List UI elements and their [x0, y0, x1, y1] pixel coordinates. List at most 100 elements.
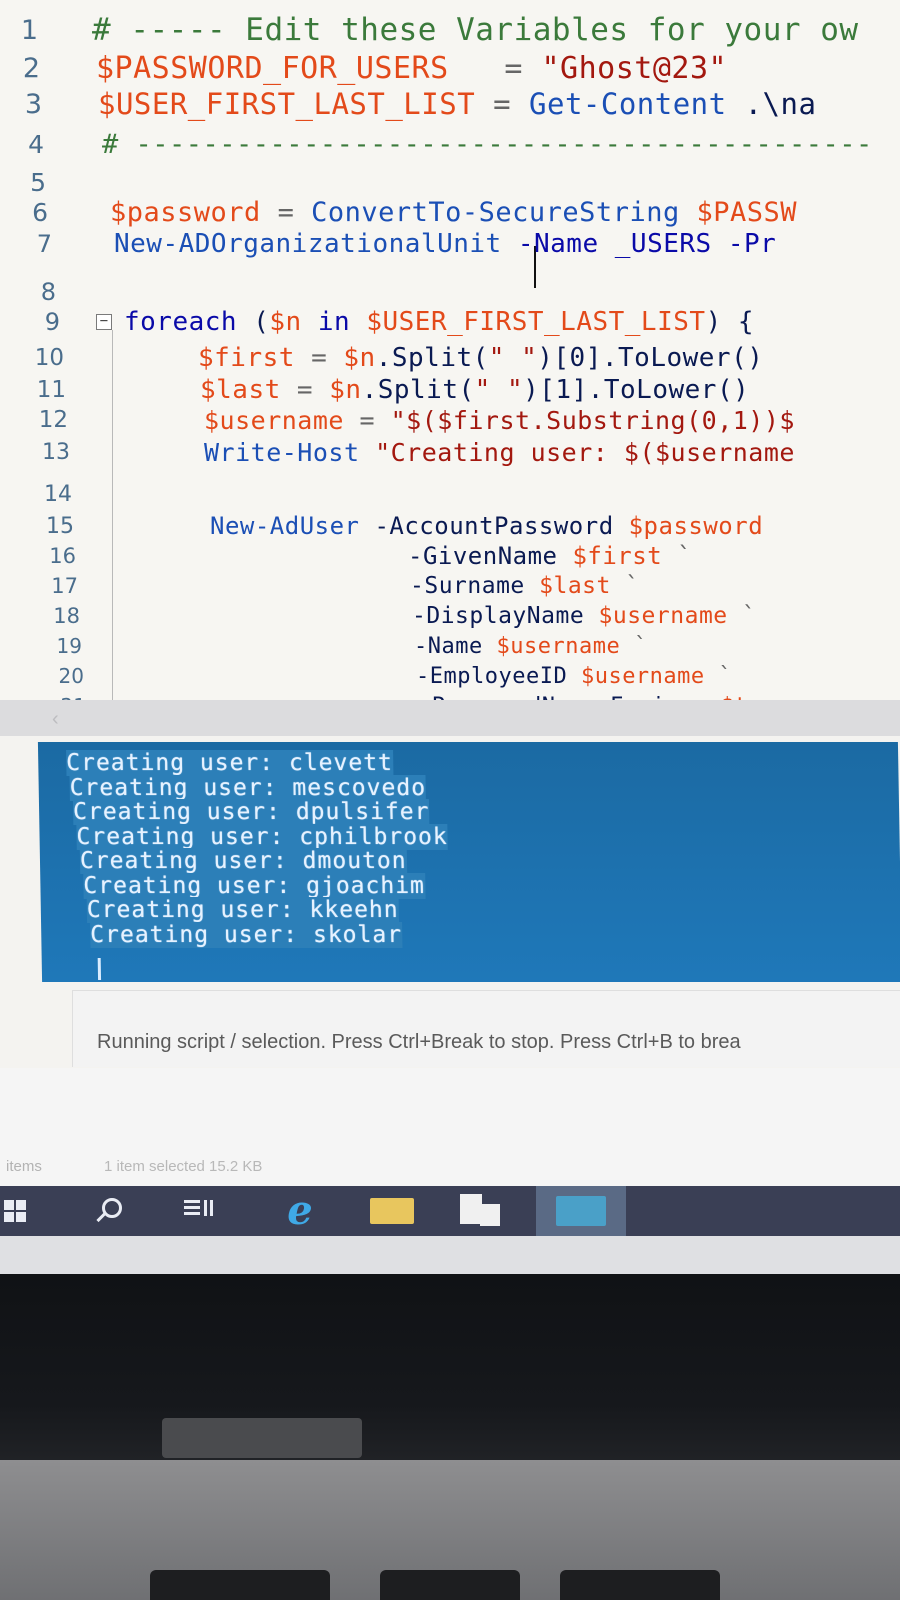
- code-token: # ----- Edit these Variables for your ow: [92, 12, 859, 48]
- code-token: " ": [488, 343, 538, 373]
- editor-line[interactable]: 10 $first = $n.Split(" ")[0].ToLower(): [0, 342, 900, 374]
- explorer-selection-status: 1 item selected 15.2 KB: [104, 1158, 263, 1175]
- documents-icon[interactable]: [450, 1186, 512, 1236]
- line-number: 1: [20, 14, 38, 46]
- editor-line[interactable]: 4 # -------------------------------------…: [0, 128, 900, 160]
- powershell-ise-icon[interactable]: [536, 1186, 626, 1236]
- code-token: (: [237, 307, 270, 337]
- status-bar: Running script / selection. Press Ctrl+B…: [72, 990, 900, 1067]
- line-number: 16: [49, 544, 76, 568]
- task-view-icon[interactable]: [178, 1186, 218, 1236]
- line-number: 14: [44, 481, 72, 507]
- console-output-line: Creating user: dmouton: [79, 848, 407, 874]
- code-text: -Surname $last `: [410, 573, 640, 599]
- code-token: ConvertTo-SecureString: [311, 196, 680, 228]
- code-token: =: [475, 87, 530, 121]
- code-token: $last: [539, 573, 611, 599]
- line-number: 20: [58, 664, 84, 688]
- editor-line[interactable]: 6 $password = ConvertTo-SecureString $PAS…: [0, 196, 900, 228]
- editor-line[interactable]: 12 $username = "$($first.Substring(0,1))$: [0, 404, 900, 436]
- code-token: $username: [580, 663, 705, 689]
- code-token: $password: [110, 196, 261, 228]
- code-token: # --------------------------------------…: [102, 128, 873, 160]
- code-token: =: [294, 343, 344, 373]
- windows-start-icon[interactable]: [0, 1186, 40, 1236]
- editor-line[interactable]: 2 $PASSWORD_FOR_USERS = "Ghost@23": [0, 51, 900, 86]
- console-output-line: Creating user: skolar: [90, 921, 403, 948]
- code-text: -EmployeeID $username `: [416, 664, 732, 689]
- code-token: =: [260, 196, 312, 228]
- code-text: -Name $username `: [414, 634, 648, 659]
- line-number: 6: [32, 197, 48, 227]
- screen-bottom-edge: [0, 1236, 900, 1274]
- code-token: $PASSW: [679, 196, 798, 228]
- code-token: -AccountPassword: [359, 512, 629, 540]
- editor-line[interactable]: 15 New-AdUser -AccountPassword $password: [0, 510, 900, 542]
- code-token: )[0].ToLower(): [537, 343, 764, 373]
- code-text: New-ADOrganizationalUnit -Name _USERS -P…: [114, 229, 776, 259]
- laptop-screen: − 1 # ----- Edit these Variables for your…: [0, 0, 900, 1290]
- editor-line[interactable]: 8: [0, 276, 900, 308]
- editor-line[interactable]: 9 foreach ($n in $USER_FIRST_LAST_LIST) {: [0, 306, 900, 338]
- line-number: 5: [30, 167, 46, 197]
- code-token: $n: [343, 343, 376, 373]
- code-token: =: [343, 405, 391, 435]
- code-token: -EmployeeID: [416, 663, 581, 689]
- code-text: $PASSWORD_FOR_USERS = "Ghost@23": [96, 51, 727, 86]
- code-text: Write-Host "Creating user: $($username: [204, 438, 795, 467]
- code-token: $username: [598, 603, 728, 629]
- code-token: .Split(: [361, 375, 475, 405]
- console-output-pane[interactable]: Creating user: clevett Creating user: mes…: [37, 742, 900, 982]
- line-number: 3: [24, 88, 42, 120]
- code-token: $first: [198, 343, 295, 373]
- editor-line[interactable]: 11 $last = $n.Split(" ")[1].ToLower(): [0, 374, 900, 406]
- code-text: $first = $n.Split(" ")[0].ToLower(): [198, 343, 763, 373]
- line-number: 17: [51, 574, 78, 598]
- editor-line[interactable]: 19 -Name $username `: [0, 630, 900, 662]
- search-icon[interactable]: [92, 1186, 132, 1236]
- line-number: 18: [53, 604, 80, 628]
- script-editor-pane[interactable]: − 1 # ----- Edit these Variables for your…: [0, 0, 900, 712]
- code-token: " ": [474, 375, 524, 405]
- code-text: -DisplayName $username `: [412, 603, 756, 629]
- editor-line[interactable]: 13 Write-Host "Creating user: $($username: [0, 436, 900, 468]
- scroll-left-arrow-icon[interactable]: ‹: [52, 708, 59, 731]
- code-text: $USER_FIRST_LAST_LIST = Get-Content .\na: [98, 87, 816, 121]
- internet-explorer-icon[interactable]: e: [276, 1186, 324, 1236]
- editor-line[interactable]: 20 -EmployeeID $username `: [0, 660, 900, 692]
- editor-horizontal-scrollbar[interactable]: ‹: [0, 700, 900, 736]
- code-token: Write-Host: [204, 437, 360, 467]
- editor-line[interactable]: 3 $USER_FIRST_LAST_LIST = Get-Content .\n…: [0, 87, 900, 121]
- code-token: $password: [628, 512, 764, 540]
- code-token: $USER_FIRST_LAST_LIST: [366, 307, 706, 337]
- line-number: 7: [36, 230, 52, 258]
- editor-line[interactable]: 7 New-ADOrganizationalUnit -Name _USERS -…: [0, 228, 900, 260]
- editor-line[interactable]: 5: [0, 166, 900, 198]
- editor-line[interactable]: 14: [0, 478, 900, 510]
- code-token: )[1].ToLower(): [523, 375, 750, 405]
- code-text: $last = $n.Split(" ")[1].ToLower(): [200, 375, 749, 405]
- file-explorer-icon[interactable]: [362, 1186, 424, 1236]
- line-number: 10: [34, 345, 64, 371]
- code-token: in: [301, 307, 367, 337]
- editor-line[interactable]: 16 -GivenName $first `: [0, 540, 900, 572]
- console-output-line: Creating user: clevett: [66, 750, 394, 776]
- code-token: $username: [496, 633, 621, 659]
- code-token: -GivenName: [408, 542, 573, 570]
- editor-line[interactable]: 1 # ----- Edit these Variables for your o…: [0, 12, 900, 48]
- console-output-line: Creating user: kkeehn: [86, 897, 399, 923]
- code-token: $PASSWORD_FOR_USERS: [96, 50, 449, 86]
- editor-line[interactable]: 17 -Surname $last `: [0, 570, 900, 602]
- line-number: 2: [22, 52, 40, 84]
- status-text: Running script / selection. Press Ctrl+B…: [97, 1031, 741, 1053]
- taskbar: e: [0, 1186, 900, 1236]
- code-token: "$($first.Substring(0,1))$: [390, 405, 795, 435]
- code-token: `: [662, 542, 693, 570]
- code-token: -Surname: [410, 573, 540, 599]
- code-token: `: [727, 603, 757, 629]
- console-output-line: Creating user: cphilbrook: [76, 823, 448, 850]
- code-token: .\na: [726, 87, 817, 121]
- keyboard-key: [560, 1570, 720, 1600]
- line-number: 8: [40, 278, 56, 306]
- editor-line[interactable]: 18 -DisplayName $username `: [0, 600, 900, 632]
